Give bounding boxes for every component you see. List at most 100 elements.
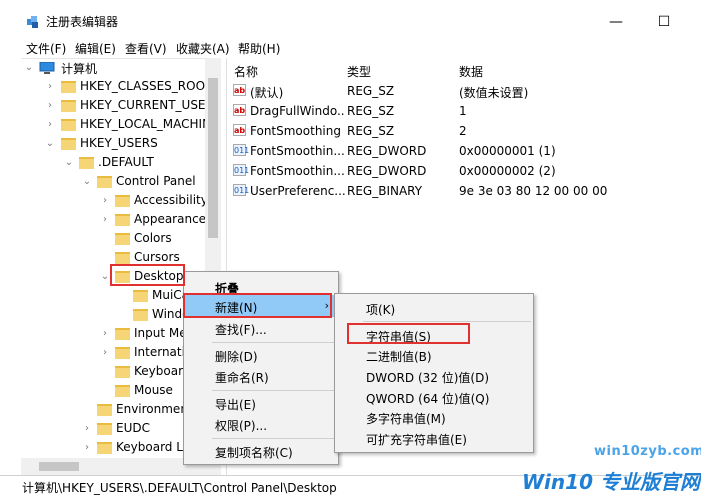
regedit-icon (27, 16, 38, 28)
folder-icon (133, 290, 148, 302)
menu-item-delete[interactable]: 删除(D) (185, 344, 337, 366)
menu-item-new-dword-value[interactable]: DWORD (32 位)值(D) (336, 365, 532, 387)
watermark-url: win10zyb.com (594, 444, 701, 459)
collapse-icon[interactable]: ⌄ (24, 62, 34, 74)
tree-label: Accessibility (134, 193, 208, 207)
expand-icon[interactable]: › (100, 195, 110, 207)
scrollbar-thumb[interactable] (39, 462, 79, 471)
menu-bar: 文件(F) 编辑(E) 查看(V) 收藏夹(A) 帮助(H) (0, 38, 701, 58)
folder-icon (115, 366, 130, 378)
value-row[interactable]: 011 UserPreferenc... REG_BINARY 9e 3e 03… (230, 181, 700, 201)
menu-item-new-expandable-string-value[interactable]: 可扩充字符串值(E) (336, 427, 532, 449)
string-value-icon: ab (233, 124, 246, 136)
menu-item-label: 导出(E) (215, 398, 256, 412)
tree-label: Keyboard La (116, 440, 191, 454)
value-row[interactable]: 011 FontSmoothin... REG_DWORD 0x00000001… (230, 141, 700, 161)
menu-item-export[interactable]: 导出(E) (185, 392, 337, 414)
tree-label: .DEFAULT (98, 155, 154, 169)
menu-file[interactable]: 文件(F) (26, 40, 66, 57)
menu-separator (212, 438, 336, 439)
expand-icon[interactable]: › (45, 119, 55, 131)
menu-favorites[interactable]: 收藏夹(A) (176, 40, 230, 57)
value-row[interactable]: 011 FontSmoothin... REG_DWORD 0x00000002… (230, 161, 700, 181)
expand-icon[interactable]: › (82, 442, 92, 454)
value-data: 9e 3e 03 80 12 00 00 00 (459, 184, 608, 198)
column-data[interactable]: 数据 (459, 63, 483, 80)
current-key-path: 计算机\HKEY_USERS\.DEFAULT\Control Panel\De… (22, 481, 337, 495)
tree-label: Appearance (134, 212, 207, 226)
menu-item-permissions[interactable]: 权限(P)... (185, 413, 337, 435)
menu-edit[interactable]: 编辑(E) (75, 40, 116, 57)
menu-item-copy-key-name[interactable]: 复制项名称(C) (185, 440, 337, 462)
menu-help[interactable]: 帮助(H) (238, 40, 280, 57)
menu-item-new-binary-value[interactable]: 二进制值(B) (336, 344, 532, 366)
folder-icon (97, 442, 112, 454)
tree-label: EUDC (116, 421, 150, 435)
value-data: (数值未设置) (459, 86, 529, 100)
binary-value-icon: 011 (233, 164, 250, 176)
menu-item-label: 重命名(R) (215, 371, 269, 385)
value-type: REG_SZ (347, 124, 395, 138)
folder-icon (115, 271, 130, 283)
submenu-arrow-icon: › (324, 299, 329, 312)
folder-icon (97, 423, 112, 435)
folder-icon (61, 100, 76, 112)
collapse-icon[interactable]: ⌄ (64, 157, 74, 169)
value-type: REG_SZ (347, 104, 395, 118)
menu-item-find[interactable]: 查找(F)... (185, 317, 337, 339)
expand-icon[interactable]: › (45, 100, 55, 112)
value-row[interactable]: ab FontSmoothing REG_SZ 2 (230, 121, 700, 141)
menu-item-new-multi-string-value[interactable]: 多字符串值(M) (336, 406, 532, 428)
folder-icon (115, 195, 130, 207)
tree-label: HKEY_LOCAL_MACHINE (80, 117, 219, 131)
context-menu: 折叠 新建(N) › 查找(F)... 删除(D) 重命名(R) 导出(E) 权… (183, 271, 339, 465)
menu-item-label: 权限(P)... (215, 419, 268, 433)
menu-view[interactable]: 查看(V) (125, 40, 167, 57)
window-title: 注册表编辑器 (46, 15, 119, 29)
status-bar: 计算机\HKEY_USERS\.DEFAULT\Control Panel\De… (0, 475, 701, 495)
value-row[interactable]: ab DragFullWindo... REG_SZ 1 (230, 101, 700, 121)
collapse-icon[interactable]: ⌄ (100, 271, 110, 283)
menu-item-rename[interactable]: 重命名(R) (185, 365, 337, 387)
folder-icon (61, 81, 76, 93)
value-data: 1 (459, 104, 467, 118)
value-name: (默认) (250, 86, 284, 100)
menu-separator (212, 342, 336, 343)
folder-icon (97, 404, 112, 416)
column-type[interactable]: 类型 (347, 63, 371, 80)
value-name: FontSmoothing (250, 124, 341, 138)
binary-value-icon: 011 (233, 144, 250, 156)
menu-separator (363, 321, 531, 322)
tree-label: Desktop (134, 269, 184, 283)
menu-item-new[interactable]: 新建(N) › (185, 295, 337, 317)
column-name[interactable]: 名称 (234, 63, 258, 80)
folder-icon (61, 138, 76, 150)
folder-icon (97, 176, 112, 188)
menu-item-label: QWORD (64 位)值(Q) (366, 392, 490, 406)
tree-label: Cursors (134, 250, 180, 264)
tree-label: Input Me (134, 326, 187, 340)
expand-icon[interactable]: › (100, 214, 110, 226)
menu-item-label: 可扩充字符串值(E) (366, 433, 467, 447)
scrollbar-thumb[interactable] (208, 78, 218, 238)
value-name: FontSmoothin... (250, 164, 345, 178)
folder-icon (115, 347, 130, 359)
collapse-icon[interactable]: ⌄ (82, 176, 92, 188)
expand-icon[interactable]: › (45, 81, 55, 93)
minimize-button[interactable]: — (596, 8, 636, 36)
menu-item-new-qword-value[interactable]: QWORD (64 位)值(Q) (336, 386, 532, 408)
maximize-button[interactable]: ☐ (644, 8, 684, 36)
expand-icon[interactable]: › (82, 423, 92, 435)
menu-item-new-key[interactable]: 项(K) (336, 297, 532, 319)
expand-icon[interactable]: › (100, 328, 110, 340)
menu-item-label: 新建(N) (215, 301, 258, 315)
expand-icon[interactable]: › (100, 347, 110, 359)
value-name: UserPreferenc... (250, 184, 345, 198)
menu-item-label: DWORD (32 位)值(D) (366, 371, 489, 385)
menu-item-new-string-value[interactable]: 字符串值(S) (336, 324, 532, 346)
value-row[interactable]: ab (默认) REG_SZ (数值未设置) (230, 81, 700, 101)
new-submenu: 项(K) 字符串值(S) 二进制值(B) DWORD (32 位)值(D) QW… (334, 293, 534, 453)
menu-item-label: 多字符串值(M) (366, 412, 446, 426)
menu-item-label: 字符串值(S) (366, 330, 431, 344)
collapse-icon[interactable]: ⌄ (45, 138, 55, 150)
